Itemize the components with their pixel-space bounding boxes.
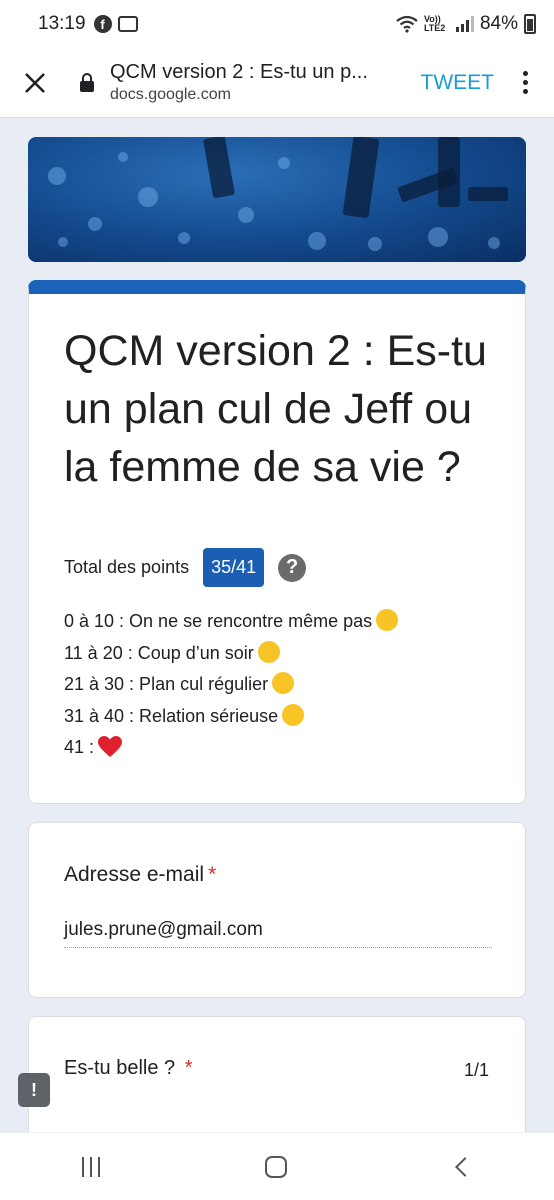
- system-navigation-bar: [0, 1132, 554, 1200]
- more-vert-icon: [522, 71, 528, 76]
- recent-apps-button[interactable]: [82, 1156, 101, 1177]
- total-points-row: Total des points 35/41 ?: [64, 548, 307, 587]
- header-banner-image: [28, 137, 526, 262]
- red-heart-icon: [98, 735, 123, 757]
- page-title: QCM version 2 : Es-tu un p...: [110, 61, 368, 83]
- close-button[interactable]: [0, 48, 70, 118]
- network-label: Vo)) LTE2: [423, 14, 446, 33]
- wifi-icon: [396, 15, 418, 33]
- status-time: 13:19: [38, 13, 86, 34]
- email-field[interactable]: jules.prune@gmail.com: [64, 919, 492, 948]
- laughing-face-icon: [376, 609, 399, 631]
- notification-icons: f: [93, 15, 138, 33]
- scale-item: 41 :: [64, 732, 398, 764]
- scale-item: 31 à 40 : Relation sérieuse: [64, 701, 398, 733]
- email-question-card: Adresse e-mail * jules.prune@gmail.com: [28, 822, 526, 998]
- status-right: Vo)) LTE2 84%: [396, 13, 536, 35]
- halo-face-icon: [282, 703, 305, 726]
- score-scale-list: 0 à 10 : On ne se rencontre même pas 11 …: [64, 606, 399, 764]
- status-bar: 13:19 f Vo)) LTE2 84%: [0, 0, 554, 48]
- url-bar[interactable]: QCM version 2 : Es-tu un p... docs.googl…: [102, 61, 407, 104]
- scale-item: 11 à 20 : Coup d’un soir: [64, 638, 398, 670]
- battery-percent: 84%: [479, 13, 518, 34]
- form-header-card: QCM version 2 : Es-tu un plan cul de Jef…: [28, 280, 526, 804]
- required-asterisk: *: [184, 1057, 193, 1079]
- scale-item: 0 à 10 : On ne se rencontre même pas: [64, 606, 399, 638]
- total-score-badge: 35/41: [203, 548, 265, 587]
- form-title: QCM version 2 : Es-tu un plan cul de Jef…: [64, 327, 487, 491]
- smirking-face-icon: [257, 640, 280, 663]
- total-points-label: Total des points: [64, 557, 190, 577]
- more-options-button[interactable]: [508, 71, 542, 94]
- question-score: 1/1: [463, 1060, 489, 1080]
- email-question-label: Adresse e-mail *: [64, 863, 217, 886]
- tweet-button[interactable]: TWEET: [407, 71, 509, 95]
- page-domain: docs.google.com: [110, 86, 231, 103]
- help-icon[interactable]: ?: [278, 553, 307, 582]
- close-icon: [25, 72, 45, 93]
- battery-icon: [524, 14, 536, 34]
- required-asterisk: *: [208, 863, 217, 886]
- question-label: Es-tu belle ? *: [64, 1057, 193, 1079]
- signal-icon: [455, 16, 474, 32]
- home-button[interactable]: [264, 1155, 287, 1178]
- feedback-button[interactable]: !: [18, 1073, 50, 1107]
- facebook-icon: f: [93, 15, 112, 33]
- message-icon: [117, 16, 138, 32]
- scale-item: 21 à 30 : Plan cul régulier: [64, 669, 398, 701]
- lock-icon[interactable]: [72, 63, 102, 103]
- kissing-face-icon: [272, 672, 295, 694]
- browser-toolbar: QCM version 2 : Es-tu un p... docs.googl…: [0, 48, 554, 118]
- back-button[interactable]: [454, 1156, 475, 1177]
